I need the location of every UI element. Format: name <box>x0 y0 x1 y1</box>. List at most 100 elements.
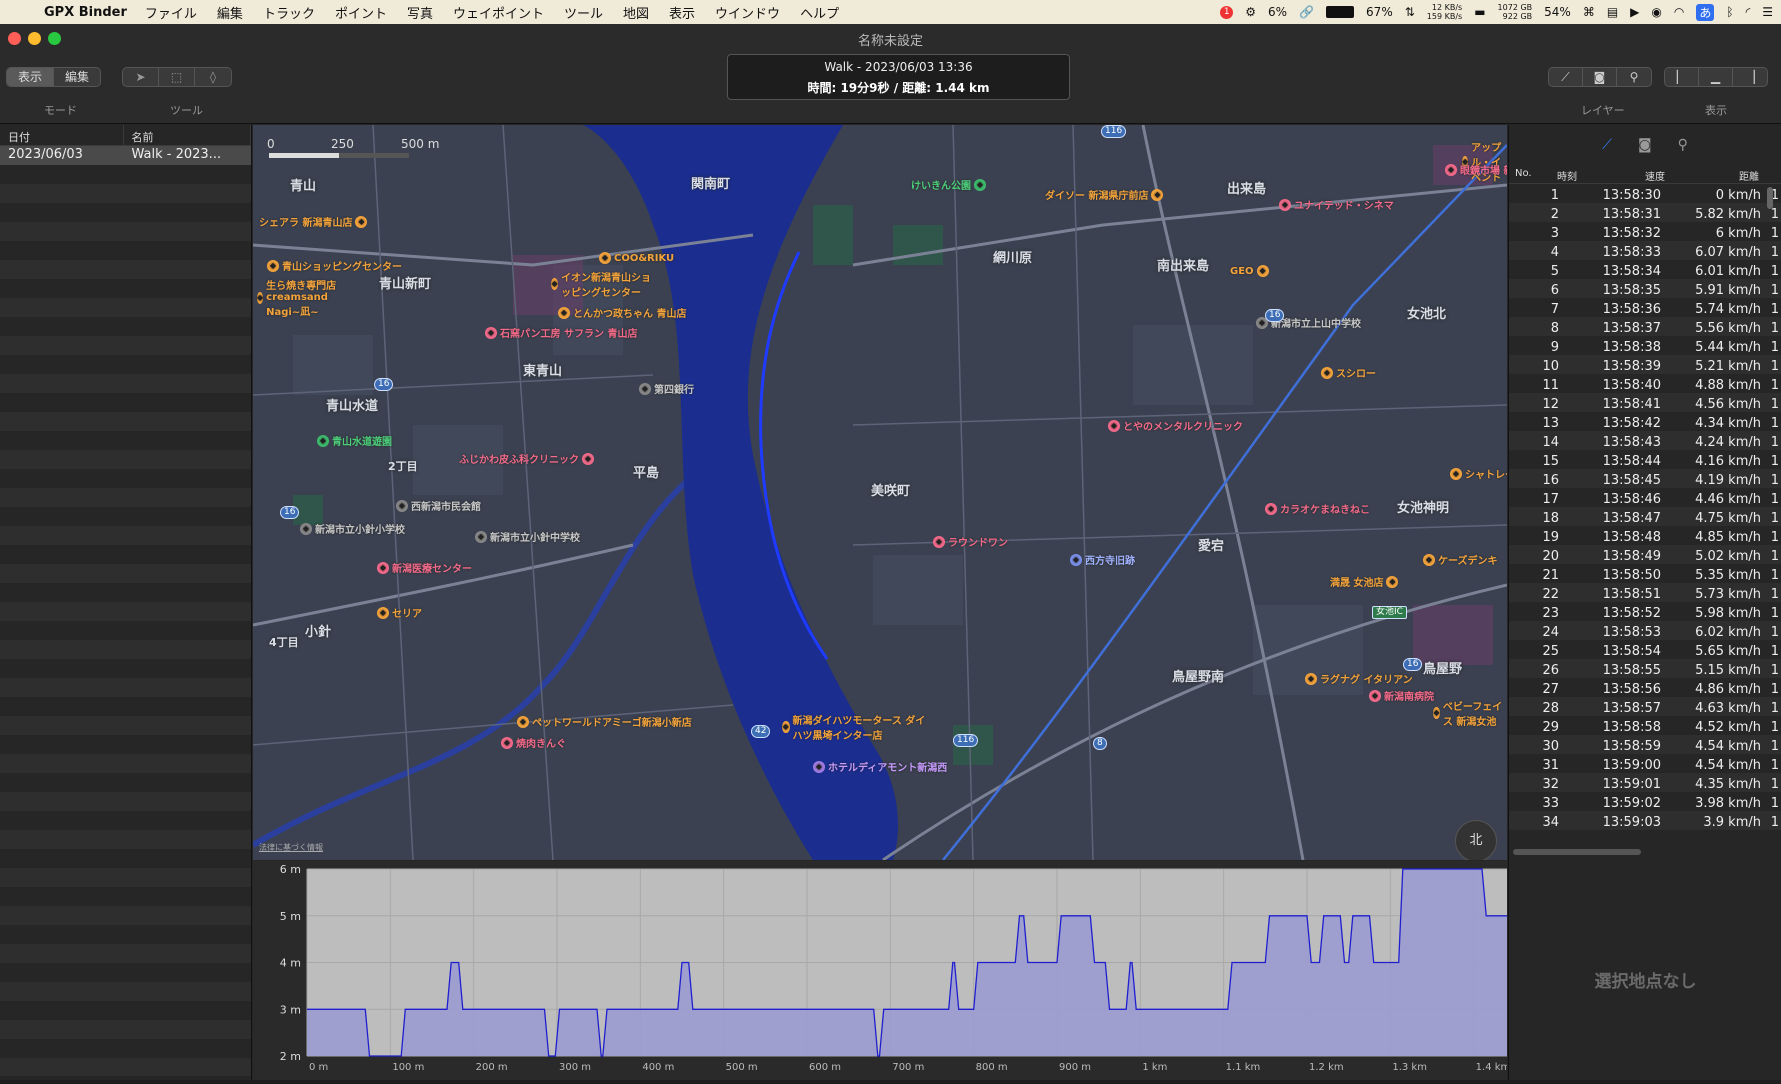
point-row[interactable]: 31 13:59:00 4.54 km/h 1 <box>1509 756 1781 775</box>
point-row[interactable]: 17 13:58:46 4.46 km/h 1 <box>1509 490 1781 509</box>
map-poi[interactable]: ◆ イオン新潟青山ショッピングセンター <box>551 269 661 299</box>
map-poi[interactable]: ◆ 青山ショッピングセンター <box>267 258 402 273</box>
point-row[interactable]: 15 13:58:44 4.16 km/h 1 <box>1509 452 1781 471</box>
menu-file[interactable]: ファイル <box>145 3 197 22</box>
map-poi[interactable]: ◆ ペットワールドアミーゴ新潟小新店 <box>517 714 692 729</box>
point-row[interactable]: 9 13:58:38 5.44 km/h 1 <box>1509 338 1781 357</box>
waypoint-tab-icon[interactable]: ⚲ <box>1678 137 1688 153</box>
input-method-icon[interactable]: あ <box>1696 3 1715 21</box>
compass-icon[interactable]: 北 <box>1455 820 1497 860</box>
point-row[interactable]: 29 13:58:58 4.52 km/h 1 <box>1509 718 1781 737</box>
menu-track[interactable]: トラック <box>263 3 315 22</box>
column-header-time[interactable]: 時刻 <box>1551 164 1639 183</box>
point-row[interactable]: 18 13:58:47 4.75 km/h 1 <box>1509 509 1781 528</box>
mode-edit-button[interactable]: 編集 <box>54 68 100 86</box>
point-row[interactable]: 12 13:58:41 4.56 km/h 1 <box>1509 395 1781 414</box>
point-row[interactable]: 21 13:58:50 5.35 km/h 1 <box>1509 566 1781 585</box>
play-icon[interactable]: ▶ <box>1630 5 1639 19</box>
legal-link[interactable]: 法律に基づく情報 <box>259 842 323 853</box>
point-row[interactable]: 32 13:59:01 4.35 km/h 1 <box>1509 775 1781 794</box>
map-poi[interactable]: ◆ 西方寺旧跡 <box>1070 552 1135 567</box>
point-row[interactable]: 24 13:58:53 6.02 km/h 1 <box>1509 623 1781 642</box>
menu-view[interactable]: 表示 <box>669 3 695 22</box>
menu-window[interactable]: ウインドウ <box>715 3 780 22</box>
right-sidebar-toggle-icon[interactable]: ▕ <box>1733 68 1767 86</box>
menu-help[interactable]: ヘルプ <box>800 3 839 22</box>
point-row[interactable]: 1 13:58:30 0 km/h 1 <box>1509 186 1781 205</box>
map-poi[interactable]: ◆ 新潟南病院 <box>1369 688 1434 703</box>
map-poi[interactable]: ダイソー 新潟県庁前店 ◆ <box>1045 187 1164 202</box>
map-poi[interactable]: ◆眼鏡市場 新潟 <box>1445 162 1507 177</box>
point-table-vscrollbar[interactable] <box>1767 187 1773 209</box>
waypoint-layer-icon[interactable]: ⚲ <box>1617 68 1651 86</box>
map-poi[interactable]: ◆ 新潟医療センター <box>377 560 472 575</box>
point-row[interactable]: 13 13:58:42 4.34 km/h 1 <box>1509 414 1781 433</box>
map-poi[interactable]: ◆ 青山水道遊園 <box>317 433 392 448</box>
point-row[interactable]: 25 13:58:54 5.65 km/h 1 <box>1509 642 1781 661</box>
pointer-tool-icon[interactable]: ➤ <box>123 68 159 86</box>
point-row[interactable]: 33 13:59:02 3.98 km/h 1 <box>1509 794 1781 813</box>
map-poi[interactable]: ◆ ベビーフェイス 新潟女池 <box>1433 698 1507 728</box>
point-row[interactable]: 27 13:58:56 4.86 km/h 1 <box>1509 680 1781 699</box>
point-row[interactable]: 6 13:58:35 5.91 km/h 1 <box>1509 281 1781 300</box>
map-poi[interactable]: ◆ 石窯パン工房 サフラン 青山店 <box>485 325 637 340</box>
column-header-distance[interactable]: 距離 <box>1733 164 1773 183</box>
point-row[interactable]: 2 13:58:31 5.82 km/h 1 <box>1509 205 1781 224</box>
point-row[interactable]: 34 13:59:03 3.9 km/h 1 <box>1509 813 1781 832</box>
map-view[interactable]: 0 250 500 m 青山 関南町 網川原 出来島 南出来島 青山新町 東青山… <box>253 125 1507 860</box>
map-poi[interactable]: ◆ カラオケまねきねこ <box>1265 501 1370 516</box>
point-row[interactable]: 8 13:58:37 5.56 km/h 1 <box>1509 319 1781 338</box>
left-sidebar-toggle-icon[interactable]: ▏ <box>1665 68 1699 86</box>
point-row[interactable]: 23 13:58:52 5.98 km/h 1 <box>1509 604 1781 623</box>
map-poi[interactable]: GEO ◆ <box>1230 265 1269 277</box>
map-poi[interactable]: ◆ ラウンドワン <box>933 534 1008 549</box>
point-row[interactable]: 16 13:58:45 4.19 km/h 1 <box>1509 471 1781 490</box>
lasso-tool-icon[interactable]: ◊ <box>195 68 231 86</box>
control-center-icon[interactable]: ☰ <box>1762 5 1773 19</box>
map-poi[interactable]: ◆ セリア <box>377 605 422 620</box>
menu-point[interactable]: ポイント <box>335 3 387 22</box>
map-poi[interactable]: ◆ ケーズデンキ <box>1423 552 1498 567</box>
track-row[interactable]: 2023/06/03 Walk - 2023... <box>0 146 251 165</box>
column-header-no[interactable]: No. <box>1509 164 1551 183</box>
point-row[interactable]: 26 13:58:55 5.15 km/h 1 <box>1509 661 1781 680</box>
map-poi[interactable]: ◆ 生ら焼き専門店 creamsand Nagi~凪~ <box>257 277 347 318</box>
rect-select-tool-icon[interactable]: ⬚ <box>159 68 195 86</box>
menu-map[interactable]: 地図 <box>623 3 649 22</box>
map-poi[interactable]: シェアラ 新潟青山店 ◆ <box>259 214 368 229</box>
map-poi[interactable]: ◆ とんかつ政ちゃん 青山店 <box>558 305 686 320</box>
map-poi[interactable]: ◆ ホテルディアモント新潟西 <box>813 759 947 774</box>
map-poi[interactable]: けいきん公園 ◆ <box>911 177 986 192</box>
map-poi[interactable]: ◆ 新潟市立小針小学校 <box>300 521 405 536</box>
map-poi[interactable]: 満晟 女池店 ◆ <box>1330 574 1399 589</box>
wifi-icon[interactable]: ◜ <box>1746 5 1751 19</box>
point-row[interactable]: 20 13:58:49 5.02 km/h 1 <box>1509 547 1781 566</box>
photo-tab-icon[interactable]: ◙ <box>1638 137 1652 153</box>
track-layer-icon[interactable]: ⟋ <box>1549 68 1583 86</box>
map-poi[interactable]: ◆ ユナイテッド・シネマ <box>1279 197 1394 212</box>
map-poi[interactable]: ◆ スシロー <box>1321 365 1376 380</box>
column-header-name[interactable]: 名前 <box>124 125 251 145</box>
menu-waypoint[interactable]: ウェイポイント <box>453 3 544 22</box>
point-row[interactable]: 3 13:58:32 6 km/h 1 <box>1509 224 1781 243</box>
point-row[interactable]: 11 13:58:40 4.88 km/h 1 <box>1509 376 1781 395</box>
photo-layer-icon[interactable]: ◙ <box>1583 68 1617 86</box>
point-row[interactable]: 5 13:58:34 6.01 km/h 1 <box>1509 262 1781 281</box>
mode-view-button[interactable]: 表示 <box>7 68 55 86</box>
map-poi[interactable]: ◆ ラグナグ イタリアン <box>1305 671 1413 686</box>
point-row[interactable]: 22 13:58:51 5.73 km/h 1 <box>1509 585 1781 604</box>
point-table-hscrollbar[interactable] <box>1513 849 1641 855</box>
map-poi[interactable]: ◆ COO&RIKU <box>599 252 674 264</box>
cmd-icon[interactable]: ⌘ <box>1583 5 1595 19</box>
map-poi[interactable]: ◆ 西新潟市民会館 <box>396 498 481 513</box>
map-poi[interactable]: ◆ 新潟市立小針中学校 <box>475 529 580 544</box>
map-poi[interactable]: ◆ とやのメンタルクリニック <box>1108 418 1243 433</box>
menu-photo[interactable]: 写真 <box>407 3 433 22</box>
elevation-chart[interactable]: 0 m 100 m 200 m 300 m 400 m 500 m 600 m 700 m 80… <box>253 861 1510 1080</box>
track-points-tab-icon[interactable]: ⟋ <box>1602 137 1612 153</box>
point-row[interactable]: 14 13:58:43 4.24 km/h 1 <box>1509 433 1781 452</box>
point-row[interactable]: 28 13:58:57 4.63 km/h 1 <box>1509 699 1781 718</box>
point-row[interactable]: 4 13:58:33 6.07 km/h 1 <box>1509 243 1781 262</box>
map-poi[interactable]: ◆ 第四銀行 <box>639 381 694 396</box>
point-row[interactable]: 19 13:58:48 4.85 km/h 1 <box>1509 528 1781 547</box>
